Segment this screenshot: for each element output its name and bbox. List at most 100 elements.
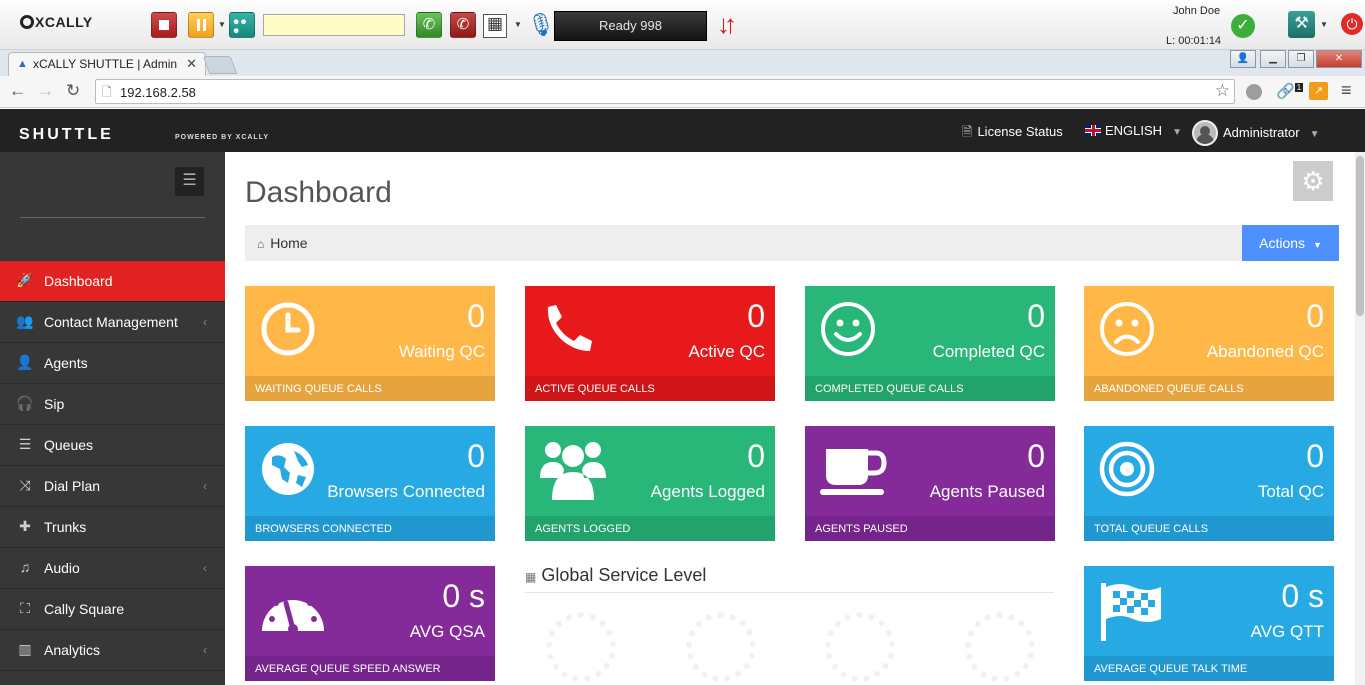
tile-value: 0 bbox=[1027, 438, 1045, 474]
sidebar-divider bbox=[20, 217, 205, 218]
logout-power-button[interactable]: ⏻ bbox=[1341, 13, 1363, 35]
tile-label: Active QC bbox=[688, 342, 765, 361]
stat-tile-avg-qtt[interactable]: 0 s AVG QTT AVERAGE QUEUE TALK TIME bbox=[1084, 566, 1334, 681]
sidebar-item-queues[interactable]: ☰ Queues bbox=[0, 425, 225, 466]
tile-value: 0 s bbox=[1281, 578, 1324, 614]
tile-footer[interactable]: TOTAL QUEUE CALLS bbox=[1084, 516, 1334, 541]
tile-footer[interactable]: ACTIVE QUEUE CALLS bbox=[525, 376, 775, 401]
new-tab-button[interactable] bbox=[202, 56, 238, 74]
tile-value: 0 s bbox=[442, 578, 485, 614]
tile-footer[interactable]: COMPLETED QUEUE CALLS bbox=[805, 376, 1055, 401]
bookmark-star-icon[interactable]: ☆ bbox=[1215, 81, 1230, 101]
sidebar: ☰ 🚀 Dashboard 👥 Contact Management ‹ 👤 Agent… bbox=[0, 152, 233, 685]
sidebar-item-dashboard[interactable]: 🚀 Dashboard bbox=[0, 261, 233, 302]
rocket-icon: 🚀 bbox=[16, 272, 34, 288]
reload-icon[interactable]: ↻ bbox=[66, 81, 80, 101]
tile-footer[interactable]: AVERAGE QUEUE TALK TIME bbox=[1084, 656, 1334, 681]
link-extension-icon[interactable]: 🔗 1 bbox=[1276, 82, 1304, 100]
language-dropdown[interactable]: ENGLISH ▼ bbox=[1085, 123, 1182, 138]
back-arrow-icon[interactable]: ← bbox=[9, 81, 26, 101]
breadcrumb-home-link[interactable]: Home bbox=[270, 235, 307, 251]
sidebar-item-cally-square[interactable]: ⛶ Cally Square bbox=[0, 589, 225, 630]
tools-button[interactable]: ⚒ bbox=[1288, 11, 1315, 38]
language-label: ENGLISH bbox=[1105, 123, 1163, 138]
window-maximize-button[interactable]: ❐ bbox=[1288, 50, 1314, 68]
browser-tab[interactable]: ▲ xCALLY SHUTTLE | Admin ✕ bbox=[8, 52, 206, 76]
user-menu[interactable]: Administrator ▼ bbox=[1192, 120, 1319, 146]
keypad-dropdown-icon[interactable]: ▼ bbox=[514, 20, 522, 29]
user-icon: 👤 bbox=[16, 354, 34, 370]
page-icon: 🗋 bbox=[102, 85, 112, 99]
page-title: Dashboard bbox=[245, 176, 392, 209]
sidebar-item-audio[interactable]: ♫ Audio ‹ bbox=[0, 548, 225, 589]
license-status-link[interactable]: 🗎 License Status bbox=[962, 123, 1063, 145]
sidebar-item-sip[interactable]: 🎧 Sip bbox=[0, 384, 225, 425]
window-minimize-button[interactable]: ▁ bbox=[1260, 50, 1286, 68]
headphones-icon: 🎧 bbox=[16, 395, 34, 411]
tab-close-icon[interactable]: ✕ bbox=[186, 56, 197, 72]
actions-label: Actions bbox=[1259, 235, 1306, 251]
frown-icon bbox=[1100, 302, 1154, 356]
browser-menu-icon[interactable]: ≡ bbox=[1341, 80, 1352, 101]
shuttle-logo[interactable]: SHUTTLE bbox=[19, 126, 114, 144]
pause-dropdown-icon[interactable]: ▼ bbox=[218, 20, 226, 29]
tile-footer[interactable]: AVERAGE QUEUE SPEED ANSWER bbox=[245, 656, 495, 681]
tile-label: Abandoned QC bbox=[1206, 342, 1324, 361]
phone-icon bbox=[547, 305, 592, 351]
agent-name: John Doe bbox=[1173, 5, 1221, 17]
tile-footer[interactable]: AGENTS LOGGED bbox=[525, 516, 775, 541]
stat-tile-browsers-connected[interactable]: 0 Browsers Connected BROWSERS CONNECTED bbox=[245, 426, 495, 541]
tile-label: AVG QTT bbox=[1250, 622, 1324, 641]
stat-tile-agents-paused[interactable]: 0 Agents Paused AGENTS PAUSED bbox=[805, 426, 1055, 541]
forward-arrow-icon[interactable]: → bbox=[37, 81, 54, 101]
tile-footer[interactable]: ABANDONED QUEUE CALLS bbox=[1084, 376, 1334, 401]
address-bar[interactable]: 🗋 192.168.2.58 ☆ bbox=[95, 79, 1235, 104]
tile-footer[interactable]: WAITING QUEUE CALLS bbox=[245, 376, 495, 401]
agent-status-display[interactable]: Ready 998 bbox=[554, 11, 707, 41]
call-button[interactable]: ✆ bbox=[416, 12, 442, 38]
sidebar-item-contact-management[interactable]: 👥 Contact Management ‹ bbox=[0, 302, 225, 343]
tile-footer[interactable]: BROWSERS CONNECTED bbox=[245, 516, 495, 541]
calendar-icon: ▦ bbox=[525, 570, 537, 584]
breadcrumb: ⌂ Home bbox=[245, 225, 1242, 261]
stat-tile-avg-qsa[interactable]: 0 s AVG QSA AVERAGE QUEUE SPEED ANSWER bbox=[245, 566, 495, 681]
powered-by-label: POWERED BY XCALLY bbox=[175, 134, 270, 141]
sidebar-item-label: Dial Plan bbox=[44, 478, 101, 494]
sidebar-item-dial-plan[interactable]: ⤨ Dial Plan ‹ bbox=[0, 466, 225, 507]
sidebar-item-label: Sip bbox=[44, 396, 65, 412]
settings-gear-button[interactable]: ⚙ bbox=[1293, 161, 1333, 201]
stat-tile-total-qc[interactable]: 0 Total QC TOTAL QUEUE CALLS bbox=[1084, 426, 1334, 541]
sidebar-item-label: Analytics bbox=[44, 642, 101, 658]
stat-tile-completed-qc[interactable]: 0 Completed QC COMPLETED QUEUE CALLS bbox=[805, 286, 1055, 401]
hangup-button[interactable]: ✆ bbox=[450, 12, 476, 38]
contacts-button[interactable] bbox=[229, 12, 255, 38]
tile-label: Agents Logged bbox=[650, 482, 765, 501]
tools-dropdown-icon[interactable]: ▼ bbox=[1320, 20, 1328, 29]
stat-tile-abandoned-qc[interactable]: 0 Abandoned QC ABANDONED QUEUE CALLS bbox=[1084, 286, 1334, 401]
stat-tile-agents-logged[interactable]: 0 Agents Logged AGENTS LOGGED bbox=[525, 426, 775, 541]
tile-footer[interactable]: AGENTS PAUSED bbox=[805, 516, 1055, 541]
stat-tile-waiting-qc[interactable]: 0 Waiting QC WAITING QUEUE CALLS bbox=[245, 286, 495, 401]
dial-number-input[interactable] bbox=[263, 14, 405, 36]
microphone-icon[interactable]: 🎙 bbox=[527, 12, 555, 38]
extension-icon[interactable] bbox=[1246, 84, 1262, 100]
transfer-arrows-icon[interactable]: ↓↑ bbox=[717, 9, 737, 40]
sidebar-item-label: Cally Square bbox=[44, 601, 125, 617]
sidebar-toggle-button[interactable]: ☰ bbox=[175, 167, 204, 196]
stat-tile-active-qc[interactable]: 0 Active QC ACTIVE QUEUE CALLS bbox=[525, 286, 775, 401]
page-scrollbar[interactable] bbox=[1355, 152, 1365, 685]
sidebar-item-analytics[interactable]: ▥ Analytics ‹ bbox=[0, 630, 225, 671]
stop-button[interactable] bbox=[151, 12, 177, 38]
keypad-button[interactable] bbox=[483, 14, 507, 38]
tile-label: Total QC bbox=[1257, 482, 1324, 501]
global-service-level-title: ▦ Global Service Level bbox=[525, 565, 706, 586]
url-text[interactable]: 192.168.2.58 bbox=[120, 85, 196, 100]
sidebar-item-agents[interactable]: 👤 Agents bbox=[0, 343, 225, 384]
window-user-button[interactable]: 👤 bbox=[1230, 50, 1256, 68]
window-close-button[interactable]: ✕ bbox=[1316, 50, 1362, 68]
analytics-extension-icon[interactable]: ↗ bbox=[1309, 82, 1328, 100]
pause-button[interactable] bbox=[188, 12, 214, 38]
bullseye-icon bbox=[1099, 441, 1155, 497]
actions-dropdown-button[interactable]: Actions ▼ bbox=[1242, 225, 1339, 261]
sidebar-item-trunks[interactable]: ✚ Trunks bbox=[0, 507, 225, 548]
